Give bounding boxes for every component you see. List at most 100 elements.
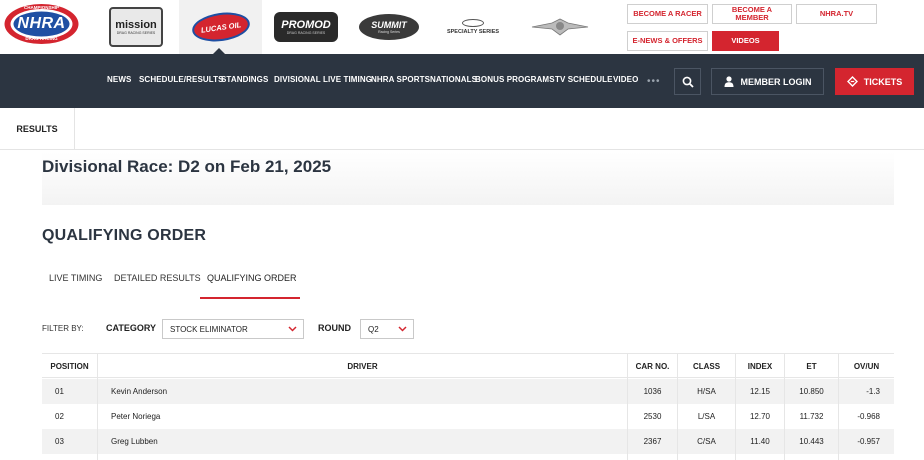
promod-logo-text: PROMOD [281,19,331,31]
nav-item-divisional-live-timing[interactable]: DIVISIONAL LIVE TIMING [274,75,372,84]
cell-partial [42,454,97,460]
nav-item-video[interactable]: VIDEO [613,75,638,84]
become-member-button[interactable]: BECOME A MEMBER [712,4,792,24]
cell-index: 11.40 [735,429,784,454]
nav-more-dots[interactable]: ••• [647,76,661,87]
race-header: Divisional Race: D2 on Feb 21, 2025 [42,152,894,205]
cell-class: L/SA [677,404,735,429]
ticket-icon [846,76,858,87]
table-row-partial [42,454,894,460]
cell-index: 12.15 [735,379,784,404]
nav-item-nhra-sportsnationals[interactable]: NHRA SPORTSNATIONALS [371,75,477,84]
summit-logo-subtext: Racing Series [378,30,400,34]
promod-logo[interactable]: PROMOD DRAG RACING SERIES [268,0,344,54]
heritage-wings-icon [531,18,589,36]
race-title: Divisional Race: D2 on Feb 21, 2025 [42,157,332,176]
nhra-logo-text: NHRA [17,15,66,32]
results-tab[interactable]: RESULTS [0,108,75,150]
nav-item-tv-schedule[interactable]: TV SCHEDULE [555,75,613,84]
summit-logo[interactable]: SUMMIT Racing Series [352,0,426,54]
nav-item-news[interactable]: NEWS [107,75,131,84]
results-subheader: RESULTS [0,108,924,150]
section-title: QUALIFYING ORDER [42,227,207,244]
become-racer-button[interactable]: BECOME A RACER [627,4,708,24]
column-header-position: POSITION [50,362,89,371]
table-row: 03 Greg Lubben 2367 C/SA 11.40 10.443 -0… [42,429,894,454]
tickets-label: TICKETS [863,76,903,87]
column-header-index: INDEX [735,354,784,379]
column-header-class: CLASS [677,354,735,379]
heritage-logo[interactable] [522,0,598,54]
specialty-series-logo[interactable]: SPECIALTY SERIES [436,0,510,54]
member-login-label: MEMBER LOGIN [740,76,812,87]
cell-partial [735,454,784,460]
mission-logo-text: mission [115,19,157,31]
user-icon [724,76,733,87]
mission-logo[interactable]: mission DRAG RACING SERIES [100,0,172,54]
cell-et: 10.850 [784,379,838,404]
cell-car-no: 1036 [627,379,677,404]
round-select-value: Q2 [368,324,379,334]
category-label: CATEGORY [106,323,157,333]
table-row: 02 Peter Noriega 2530 L/SA 12.70 11.732 … [42,404,894,429]
filter-by-label: FILTER BY: [42,324,84,333]
nhra-logo-bottom-text: DRAG RACING [25,36,58,41]
cell-car-no: 2530 [627,404,677,429]
cell-ov-un: -0.957 [838,429,894,454]
mission-logo-subtext: DRAG RACING SERIES [116,31,156,35]
lucas-oil-logo-text: LUCAS OIL [199,19,242,35]
column-header-driver: DRIVER [97,354,627,379]
cell-class: C/SA [677,429,735,454]
cell-position: 01 [55,387,64,396]
search-icon [682,76,694,88]
lucas-oil-logo[interactable]: LUCAS OIL [179,0,262,54]
cell-et: 11.732 [784,404,838,429]
nhra-tv-button[interactable]: NHRA.TV [796,4,877,24]
cell-driver: Kevin Anderson [97,379,627,404]
specialty-series-logo-text: SPECIALTY SERIES [446,29,500,35]
nav-item-bonus-programs[interactable]: BONUS PROGRAMS [475,75,555,84]
column-header-ov-un: OV/UN [838,354,894,379]
column-header-et: ET [784,354,838,379]
nhra-logo[interactable]: NHRA CHAMPIONSHIP DRAG RACING [3,3,80,45]
cell-class: H/SA [677,379,735,404]
cell-partial [838,454,894,460]
cell-index: 12.70 [735,404,784,429]
cell-position: 02 [55,412,64,421]
cell-position: 03 [55,437,64,446]
round-label: ROUND [318,323,351,333]
cell-driver: Peter Noriega [97,404,627,429]
search-button[interactable] [674,68,701,95]
summit-logo-text: SUMMIT [371,20,407,30]
cell-car-no: 2367 [627,429,677,454]
tab-detailed-results[interactable]: DETAILED RESULTS [114,273,201,283]
top-logo-bar: NHRA CHAMPIONSHIP DRAG RACING mission DR… [0,0,924,54]
chevron-down-icon [398,326,407,332]
tab-live-timing[interactable]: LIVE TIMING [49,273,102,283]
chevron-down-icon [288,326,297,332]
cell-partial [784,454,838,460]
cell-driver: Greg Lubben [97,429,627,454]
cell-ov-un: -1.3 [838,379,894,404]
table-header-row: POSITION DRIVER CAR NO. CLASS INDEX ET O… [42,353,894,379]
promod-logo-subtext: DRAG RACING SERIES [286,31,326,35]
member-login-button[interactable]: MEMBER LOGIN [711,68,824,95]
nav-item-schedule-results[interactable]: SCHEDULE/RESULTS [139,75,224,84]
column-header-car-no: CAR NO. [627,354,677,379]
category-select[interactable]: STOCK ELIMINATOR [162,319,304,339]
cell-ov-un: -0.968 [838,404,894,429]
cell-et: 10.443 [784,429,838,454]
videos-button[interactable]: VIDEOS [712,31,779,51]
nav-item-standings[interactable]: STANDINGS [221,75,268,84]
cell-partial [627,454,677,460]
nhra-logo-top-text: CHAMPIONSHIP [23,5,59,10]
cell-partial [97,454,627,460]
cell-partial [677,454,735,460]
round-select[interactable]: Q2 [360,319,414,339]
category-select-value: STOCK ELIMINATOR [170,324,248,334]
enews-offers-button[interactable]: E-NEWS & OFFERS [627,31,708,51]
tab-qualifying-order[interactable]: QUALIFYING ORDER [207,273,297,283]
tickets-button[interactable]: TICKETS [835,68,914,95]
table-row: 01 Kevin Anderson 1036 H/SA 12.15 10.850… [42,379,894,404]
active-tab-indicator [200,297,300,299]
